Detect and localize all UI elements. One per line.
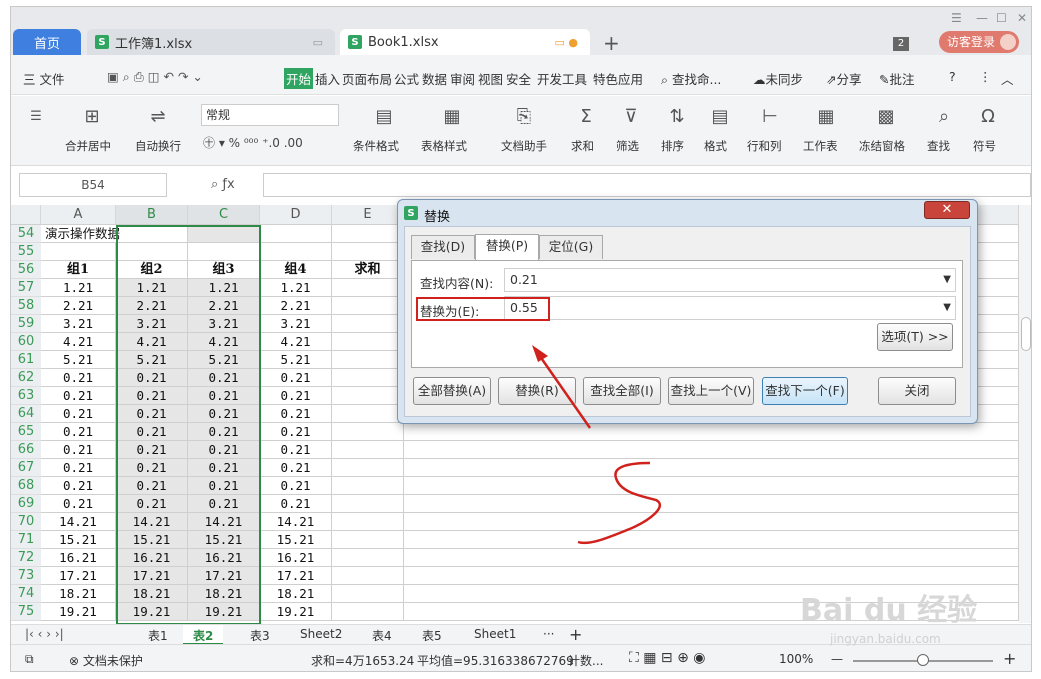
tab-replace[interactable]: 替换(P)	[475, 234, 539, 260]
red-arrow-head	[532, 345, 548, 362]
red-arrow	[535, 351, 592, 429]
baidu-watermark: Bai du 经验	[800, 593, 978, 628]
annotation-overlay	[532, 345, 662, 545]
baidu-watermark-url: jingyan.baidu.com	[830, 632, 941, 646]
handwritten-five-icon	[577, 461, 662, 545]
